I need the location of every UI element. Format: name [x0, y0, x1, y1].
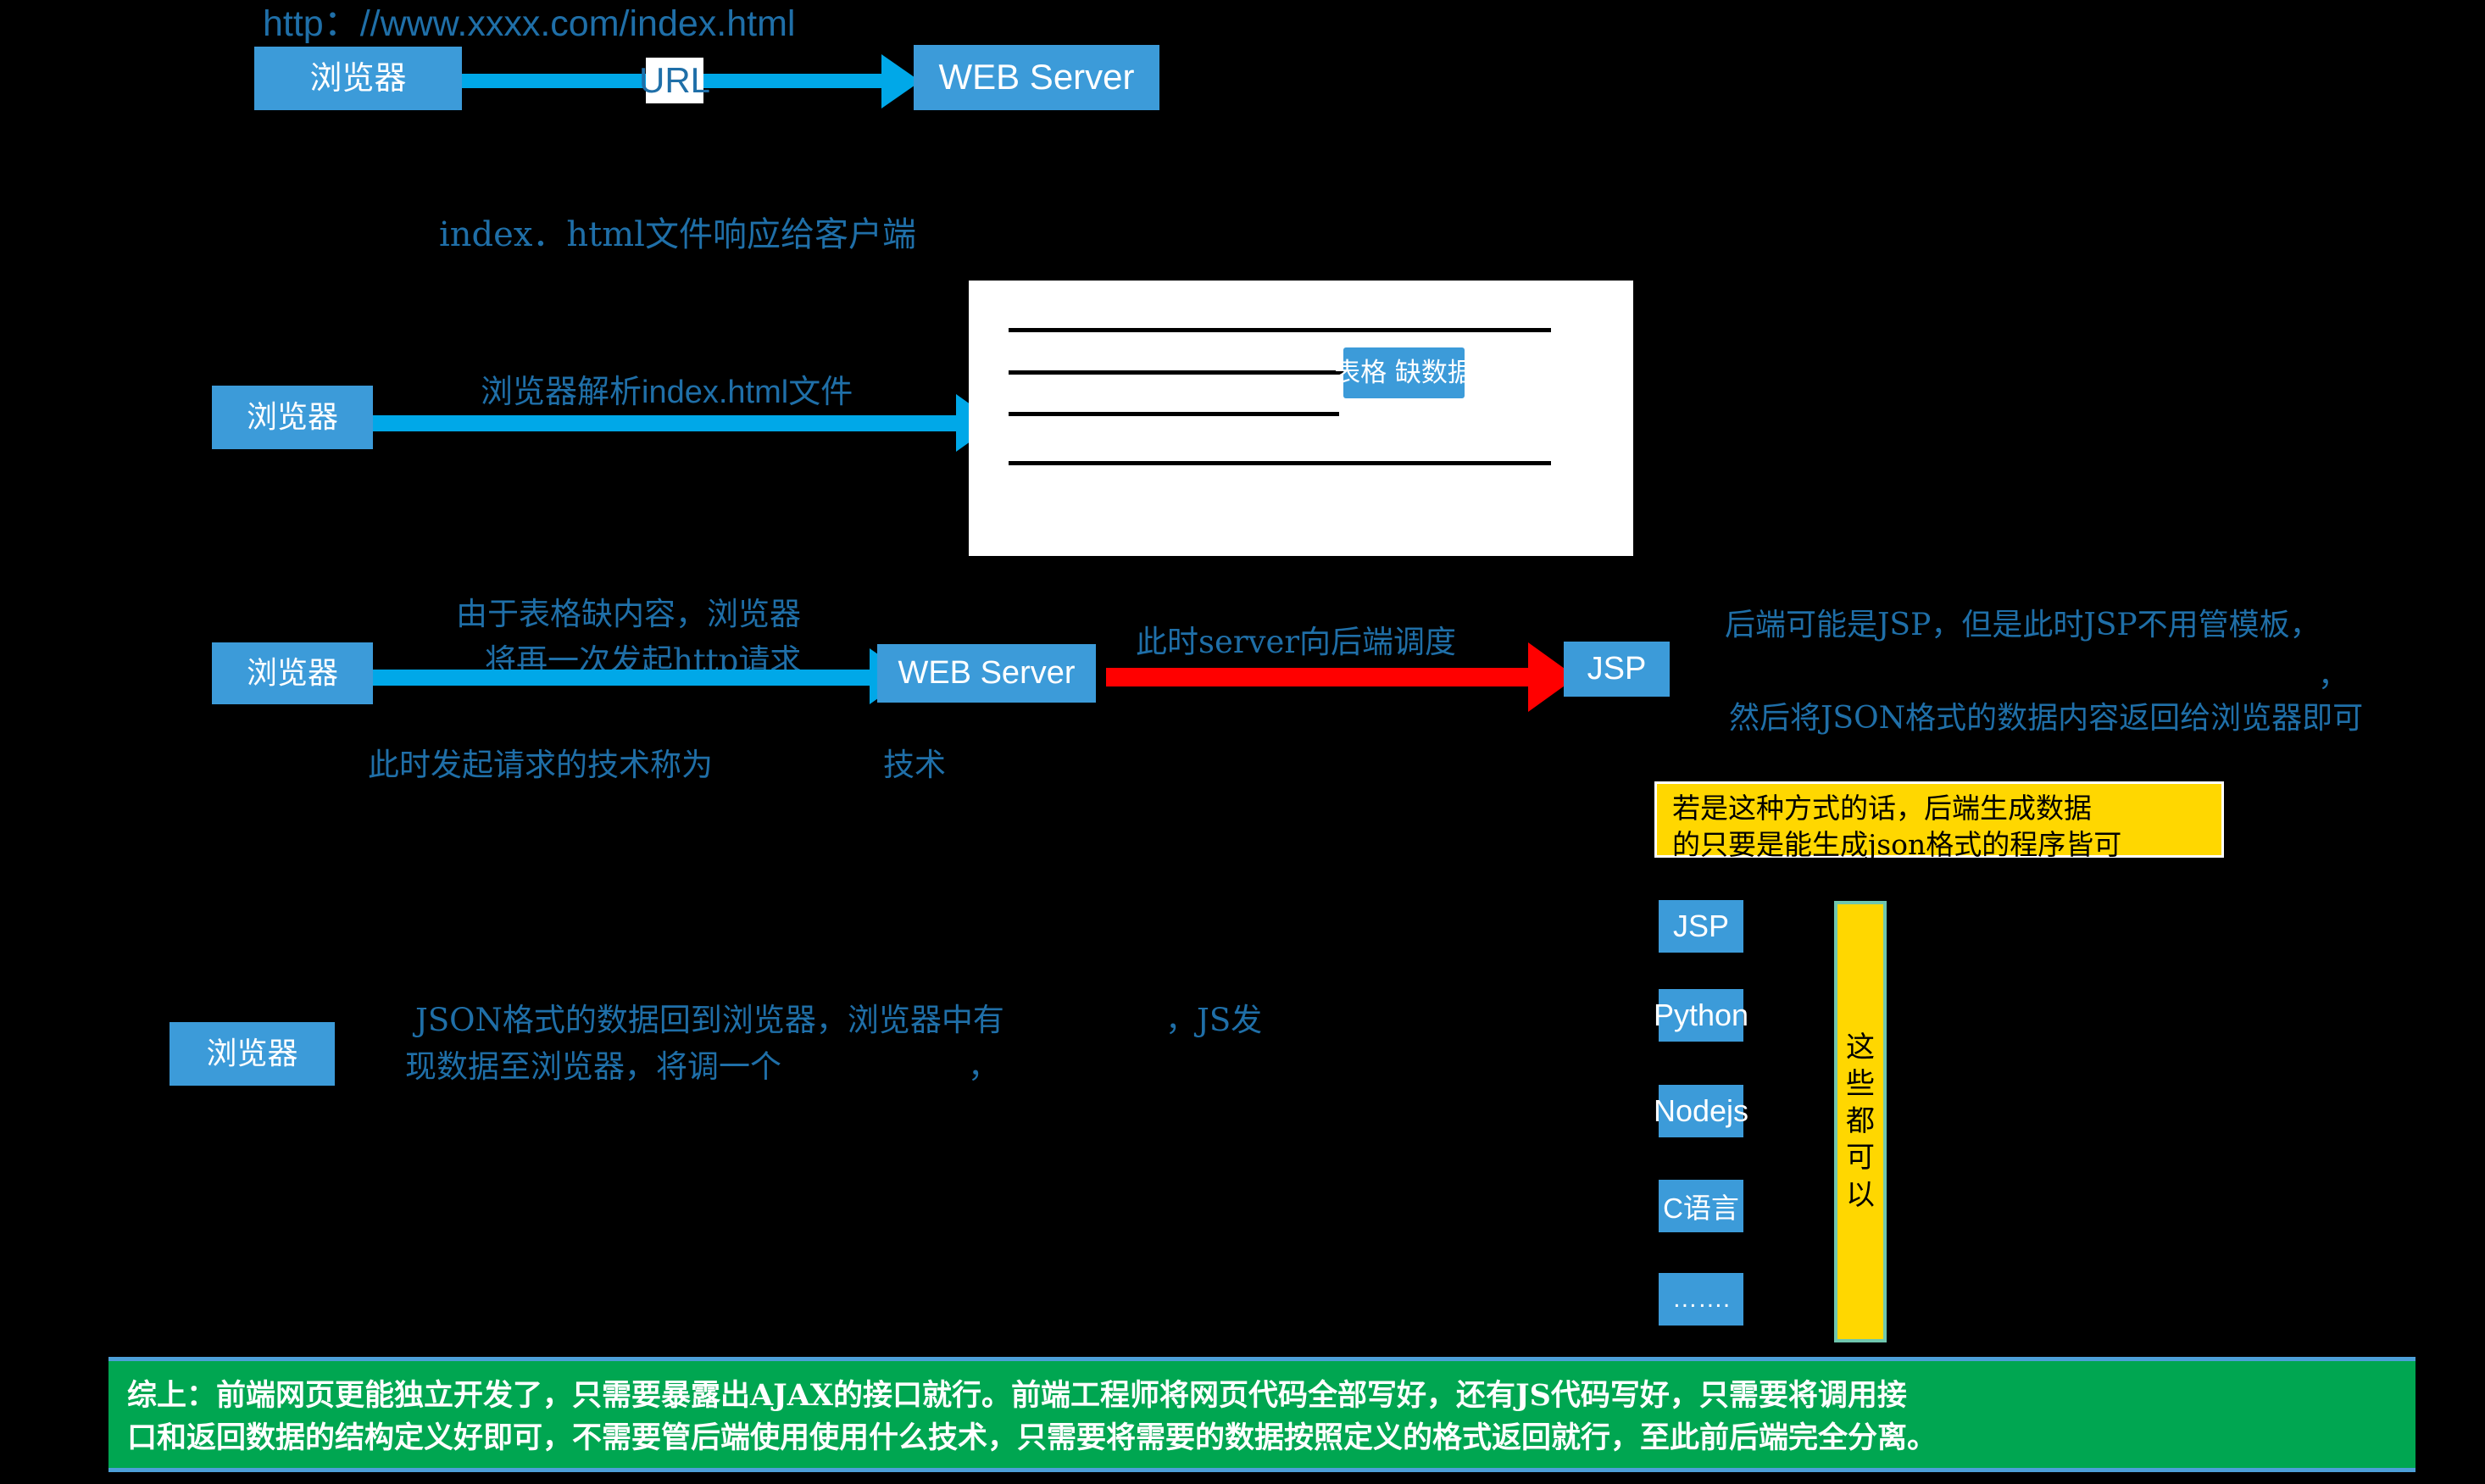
web-server-box-2-label: WEB Server [898, 654, 1076, 691]
tech-box-more-label: ……. [1671, 1285, 1731, 1313]
tech-caption-suffix: 技术 [883, 746, 946, 785]
browser-box-3-label: 浏览器 [246, 655, 338, 691]
tech-box-more[interactable]: ……. [1659, 1273, 1743, 1326]
browser-box-2[interactable]: 浏览器 [212, 386, 373, 449]
response-caption-text: index．html文件响应给客户端 [439, 215, 916, 254]
parse-caption-text: 浏览器解析index.html文件 [481, 375, 853, 410]
response-caption: index．html文件响应给客户端 [439, 214, 916, 256]
jsp-box-backend-label: JSP [1587, 650, 1647, 686]
doc-line-2 [1009, 370, 1348, 375]
web-server-box-2[interactable]: WEB Server [877, 644, 1096, 703]
backend-note-line-3: 然后将JSON格式的数据内容返回给浏览器即可 [1729, 699, 2363, 737]
tech-box-clang[interactable]: C语言 [1659, 1180, 1743, 1232]
request-caption-line-1: 由于表格缺内容，浏览器 [456, 595, 801, 634]
web-server-box-1-label: WEB Server [938, 57, 1135, 97]
table-missing-data-box[interactable]: 表格 缺数据 [1334, 347, 1474, 398]
tech-box-python-label: Python [1653, 998, 1749, 1032]
vertical-note-char-1: 些 [1846, 1067, 1875, 1102]
backend-note-3-text: 然后将JSON格式的数据内容返回给浏览器即可 [1729, 701, 2364, 736]
backend-note-2-text: ， [2318, 659, 2349, 693]
browser-box-1[interactable]: 浏览器 [254, 47, 462, 110]
vertical-note-box: 这 些 都 可 以 [1834, 901, 1887, 1342]
json-caption-line-2a: 现数据至浏览器，将调一个 [405, 1048, 781, 1087]
url-chip-text: URL [638, 60, 711, 100]
browser-box-3[interactable]: 浏览器 [212, 642, 373, 704]
tech-caption-suffix-text: 技术 [883, 747, 946, 783]
doc-line-3 [1009, 412, 1339, 416]
browser-box-1-label: 浏览器 [309, 58, 407, 97]
json-caption-1a-text: JSON格式的数据回到浏览器，浏览器中有 [415, 1002, 1004, 1038]
tech-caption-prefix: 此时发起请求的技术称为 [368, 746, 713, 785]
vertical-note-char-4: 以 [1846, 1177, 1875, 1212]
summary-line-1: 综上：前端网页更能独立开发了，只需要暴露出AJAX的接口就行。前端工程师将网页代… [127, 1378, 1907, 1413]
dispatch-caption: 此时server向后端调度 [1136, 623, 1456, 662]
json-caption-line-2b: ， [968, 1048, 999, 1087]
url-text-label: http：//www.xxxx.com/index.html [263, 3, 796, 44]
yellow-note-line-1: 若是这种方式的话，后端生成数据 [1672, 792, 2092, 825]
arrow-2-shaft [373, 415, 958, 431]
browser-box-4-label: 浏览器 [206, 1036, 298, 1071]
tech-box-nodejs[interactable]: Nodejs [1654, 1085, 1748, 1137]
tech-box-jsp-label: JSP [1672, 909, 1730, 943]
arrow-3-shaft [373, 670, 871, 686]
json-caption-line-1b: ，JS发 [1165, 1001, 1262, 1040]
html-document-panel: 表格 缺数据 [969, 281, 1633, 556]
json-caption-2b-text: ， [968, 1048, 999, 1085]
diagram-canvas: http：//www.xxxx.com/index.html 浏览器 URL W… [0, 0, 2485, 1484]
vertical-note-char-0: 这 [1846, 1030, 1875, 1064]
url-chip-label: URL [639, 58, 710, 103]
backend-note-line-2: ， [2318, 657, 2349, 695]
json-caption-line-1a: JSON格式的数据回到浏览器，浏览器中有 [415, 1001, 1004, 1040]
table-missing-data-label: 表格 缺数据 [1334, 357, 1474, 388]
backend-note-1-text: 后端可能是JSP，但是此时JSP不用管模板， [1725, 608, 2321, 642]
tech-box-jsp[interactable]: JSP [1659, 900, 1743, 953]
arrow-red-shaft [1106, 668, 1530, 686]
summary-line-2: 口和返回数据的结构定义好即可，不需要管后端使用使用什么技术，只需要将需要的数据按… [127, 1420, 1937, 1455]
json-caption-1b-text: ，JS发 [1165, 1002, 1263, 1038]
backend-note-line-1: 后端可能是JSP，但是此时JSP不用管模板， [1725, 606, 2321, 644]
yellow-note-line-2: 的只要是能生成json格式的程序皆可 [1672, 827, 2122, 861]
tech-box-python[interactable]: Python [1654, 989, 1748, 1042]
tech-box-clang-label: C语言 [1663, 1192, 1739, 1224]
tech-caption-prefix-text: 此时发起请求的技术称为 [368, 747, 713, 783]
dispatch-caption-text: 此时server向后端调度 [1136, 624, 1457, 660]
parse-caption: 浏览器解析index.html文件 [481, 373, 853, 414]
doc-line-4 [1009, 461, 1551, 465]
json-caption-2a-text: 现数据至浏览器，将调一个 [405, 1048, 781, 1085]
doc-line-1 [1009, 328, 1551, 332]
web-server-box-1[interactable]: WEB Server [914, 45, 1159, 110]
yellow-note-box: 若是这种方式的话，后端生成数据 的只要是能生成json格式的程序皆可 [1654, 781, 2224, 861]
tech-box-nodejs-label: Nodejs [1653, 1093, 1749, 1128]
request-caption-1-text: 由于表格缺内容，浏览器 [456, 596, 801, 632]
vertical-note-char-3: 可 [1846, 1141, 1875, 1176]
vertical-note-char-2: 都 [1846, 1103, 1875, 1138]
jsp-box-backend[interactable]: JSP [1564, 642, 1670, 697]
browser-box-2-label: 浏览器 [246, 399, 338, 435]
summary-box: 综上：前端网页更能独立开发了，只需要暴露出AJAX的接口就行。前端工程师将网页代… [108, 1357, 2416, 1472]
browser-box-4[interactable]: 浏览器 [170, 1022, 335, 1086]
